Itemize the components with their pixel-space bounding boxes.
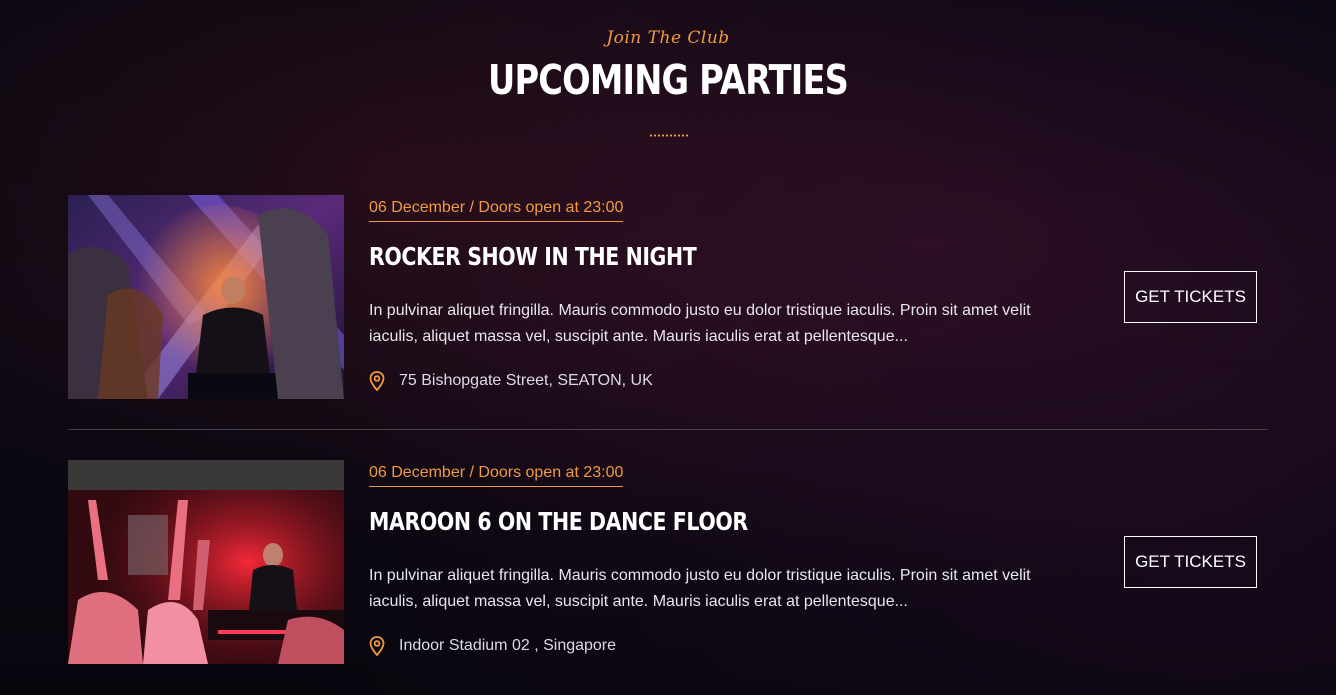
event-item: 06 December / Doors open at 23:00 MAROON…	[68, 460, 1268, 665]
event-item: 06 December / Doors open at 23:00 ROCKER…	[68, 195, 1268, 400]
event-location: 75 Bishopgate Street, SEATON, UK	[369, 371, 653, 391]
section-title: UPCOMING PARTIES	[487, 56, 849, 104]
event-image[interactable]	[68, 195, 344, 399]
event-title[interactable]: ROCKER SHOW IN THE NIGHT	[369, 242, 697, 271]
event-location-text: 75 Bishopgate Street, SEATON, UK	[399, 372, 653, 389]
event-date[interactable]: 06 December / Doors open at 23:00	[369, 464, 624, 487]
dotted-divider	[649, 134, 689, 137]
event-separator	[68, 429, 1268, 430]
event-description: In pulvinar aliquet fringilla. Mauris co…	[369, 567, 1031, 610]
event-image[interactable]	[68, 460, 344, 664]
section-subtitle: Join The Club	[606, 28, 730, 48]
map-pin-icon	[369, 636, 385, 656]
event-description: In pulvinar aliquet fringilla. Mauris co…	[369, 302, 1031, 345]
event-location: Indoor Stadium 02 , Singapore	[369, 636, 616, 656]
event-title[interactable]: MAROON 6 ON THE DANCE FLOOR	[369, 507, 748, 536]
event-date[interactable]: 06 December / Doors open at 23:00	[369, 199, 624, 222]
map-pin-icon	[369, 371, 385, 391]
get-tickets-button[interactable]: GET TICKETS	[1124, 536, 1257, 588]
upcoming-parties-section: Join The Club UPCOMING PARTIES 06 Decemb…	[0, 0, 1336, 695]
event-location-text: Indoor Stadium 02 , Singapore	[399, 637, 617, 654]
get-tickets-button[interactable]: GET TICKETS	[1124, 271, 1257, 323]
